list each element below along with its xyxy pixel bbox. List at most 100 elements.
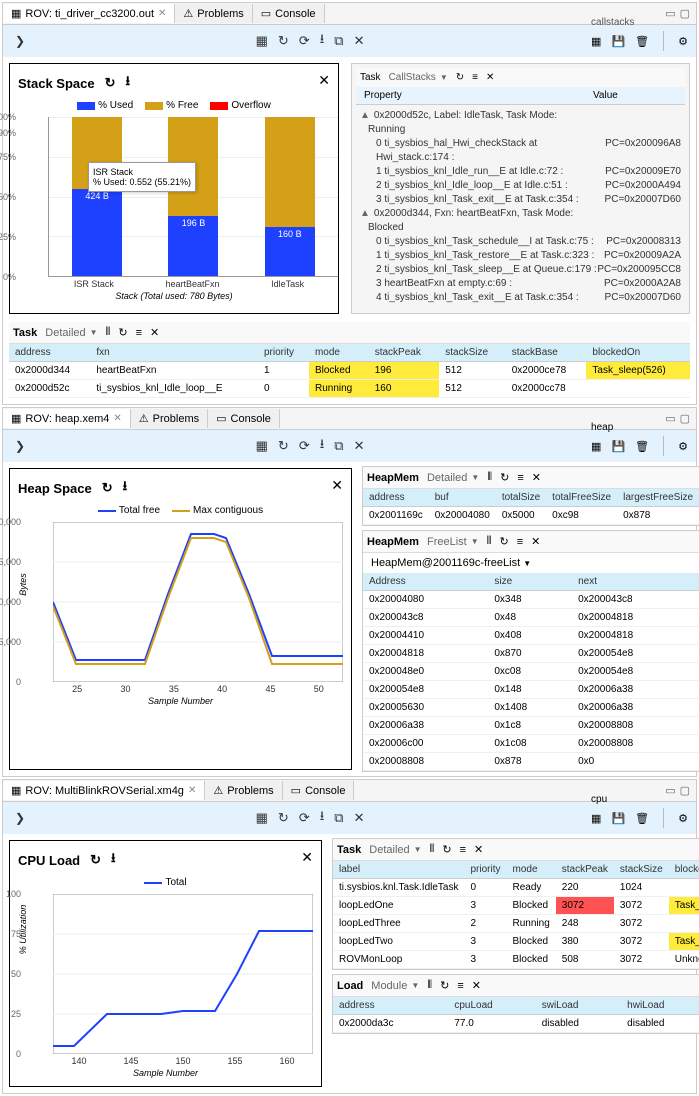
close-icon[interactable]: ✕ [301, 849, 313, 866]
table-row[interactable]: loopLedThree2Running2483072 [333, 915, 699, 933]
tab-3c[interactable]: ▭ Console [283, 781, 355, 800]
refresh-icon[interactable]: ↻ [105, 75, 116, 91]
menu-icon[interactable]: ≡ [136, 327, 142, 339]
col-header[interactable]: buf [429, 489, 496, 507]
grid-icon[interactable]: ▦ [591, 35, 601, 48]
refresh-icon[interactable]: ↻ [118, 326, 127, 339]
dropdown[interactable]: Module ▼ [371, 980, 419, 992]
download-icon[interactable]: ⭳ [111, 849, 116, 871]
refresh-icon[interactable]: ↻ [499, 535, 508, 548]
save-icon[interactable]: 💾 [611, 440, 625, 453]
sync-icon[interactable]: ⟳ [299, 438, 310, 454]
chevron-icon[interactable]: ❯ [11, 439, 29, 453]
trash-icon[interactable]: 🗑 [635, 812, 649, 825]
col-header[interactable]: stackBase [506, 344, 587, 362]
chevron-icon[interactable]: ❯ [11, 811, 29, 825]
col-header[interactable]: stackSize [614, 861, 669, 879]
col-header[interactable]: address [363, 489, 429, 507]
menu-icon[interactable]: ≡ [457, 980, 463, 992]
menu-icon[interactable]: ≡ [472, 72, 478, 83]
table-row[interactable]: 0x2000da3c77.0disableddisabled0.4% [333, 1015, 699, 1033]
close-icon[interactable]: ✕ [472, 979, 481, 992]
tree-row[interactable]: 0 ti_sysbios_knl_Task_schedule__I at Tas… [360, 235, 681, 249]
tree-row[interactable]: ▲0x2000d52c, Label: IdleTask, Task Mode: [360, 109, 681, 123]
col-header[interactable]: stackPeak [369, 344, 440, 362]
columns-icon[interactable]: ⦀ [427, 979, 432, 992]
tab-3a[interactable]: ▦ ROV: MultiBlinkROVSerial.xm4g ✕ [3, 781, 205, 800]
minimize-icon[interactable]: ▭ [665, 7, 675, 20]
close-tool-icon[interactable]: ✕ [354, 810, 365, 826]
refresh-icon[interactable]: ↻ [442, 843, 451, 856]
dashboard-icon[interactable]: ▦ [256, 33, 268, 49]
tree-row[interactable]: 3 heartBeatFxn at empty.c:69 :PC=0x2000A… [360, 277, 681, 291]
close-icon[interactable]: ✕ [318, 72, 330, 89]
bar-group[interactable]: 424 B [62, 117, 132, 276]
minimize-icon[interactable]: ▭ [665, 784, 675, 797]
dropdown[interactable]: FreeList ▼ [427, 536, 479, 548]
col-header[interactable]: stackSize [439, 344, 505, 362]
close-tool-icon[interactable]: ✕ [354, 438, 365, 454]
col-header[interactable]: stackPeak [556, 861, 614, 879]
tree-row[interactable]: 3 ti_sysbios_knl_Task_exit__E at Task.c:… [360, 193, 681, 207]
close-icon[interactable]: ✕ [474, 843, 483, 856]
tab-2a[interactable]: ▦ ROV: heap.xem4 ✕ [3, 409, 131, 428]
copy-icon[interactable]: ⧉ [334, 33, 343, 49]
col-header[interactable]: swiLoad [536, 997, 621, 1015]
dashboard-icon[interactable]: ▦ [256, 810, 268, 826]
table-row[interactable]: 0x200056300x14080x20006a38In Use [363, 699, 699, 717]
tab-3b[interactable]: ⚠ Problems [205, 781, 282, 800]
columns-icon[interactable]: ⦀ [106, 326, 111, 339]
col-header[interactable]: address [333, 997, 448, 1015]
menu-icon[interactable]: ≡ [517, 472, 523, 484]
tree-row[interactable]: 2 ti_sysbios_knl_Idle_loop__E at Idle.c:… [360, 179, 681, 193]
table-row[interactable]: 0x2000d344heartBeatFxn1Blocked1965120x20… [9, 362, 690, 380]
col-header[interactable]: totalFreeSize [546, 489, 617, 507]
save-icon[interactable]: 💾 [611, 812, 625, 825]
refresh-icon[interactable]: ↻ [500, 471, 509, 484]
tree-row[interactable]: 0 ti_sysbios_hal_Hwi_checkStack at Hwi_s… [360, 137, 681, 165]
tree-row[interactable]: Running [360, 123, 681, 137]
refresh-icon[interactable]: ↻ [278, 33, 289, 49]
col-header[interactable]: largestFreeSize [617, 489, 699, 507]
tree-row[interactable]: 1 ti_sysbios_knl_Task_restore__E at Task… [360, 249, 681, 263]
menu-icon[interactable]: ≡ [460, 844, 466, 856]
tab-1a[interactable]: ▦ ROV: ti_driver_cc3200.out ✕ [3, 4, 175, 23]
refresh-icon[interactable]: ↻ [440, 979, 449, 992]
close-icon[interactable]: ✕ [158, 8, 166, 19]
trash-icon[interactable]: 🗑 [635, 35, 649, 48]
copy-icon[interactable]: ⧉ [334, 438, 343, 454]
tree-row[interactable]: 2 ti_sysbios_knl_Task_sleep__E at Queue.… [360, 263, 681, 277]
close-tool-icon[interactable]: ✕ [354, 33, 365, 49]
bar-group[interactable]: 160 B [255, 117, 325, 276]
tree-row[interactable]: 1 ti_sysbios_knl_Idle_run__E at Idle.c:7… [360, 165, 681, 179]
tree-row[interactable]: 4 ti_sysbios_knl_Task_exit__E at Task.c:… [360, 291, 681, 305]
col-header[interactable]: fxn [90, 344, 258, 362]
col-header[interactable]: mode [309, 344, 369, 362]
download-icon[interactable]: ⭳ [123, 477, 128, 499]
col-header[interactable]: next [572, 573, 697, 591]
table-row[interactable]: 0x200040800x3480x200043c8In Use [363, 591, 699, 609]
sync-icon[interactable]: ⟳ [299, 33, 310, 49]
table-row[interactable]: loopLedOne3Blocked30723072Task_sleep(429… [333, 897, 699, 915]
refresh-icon[interactable]: ↻ [90, 852, 101, 868]
table-row[interactable]: 0x200048e00xc080x200054e8In Use [363, 663, 699, 681]
sync-icon[interactable]: ⟳ [299, 810, 310, 826]
download-icon[interactable]: ⭳ [320, 435, 325, 457]
close-icon[interactable]: ✕ [331, 477, 343, 494]
table-row[interactable]: 0x2001169c0x200040800x50000xc980x8788 [363, 507, 699, 525]
table-row[interactable]: 0x200054e80x1480x20006a38Free [363, 681, 699, 699]
close-icon[interactable]: ✕ [150, 326, 159, 339]
chevron-down-icon[interactable]: ▼ [523, 559, 531, 568]
col-header[interactable]: blockedOn [669, 861, 699, 879]
tab-2b[interactable]: ⚠ Problems [131, 409, 208, 428]
col-header[interactable]: Address [363, 573, 488, 591]
table-row[interactable]: loopLedTwo3Blocked3803072Task_sleep(494) [333, 933, 699, 951]
table-row[interactable]: 0x2000d52cti_sysbios_knl_Idle_loop__E0Ru… [9, 380, 690, 398]
col-header[interactable]: cpuLoad [448, 997, 535, 1015]
tab-1c[interactable]: ▭ Console [253, 4, 325, 23]
columns-icon[interactable]: ⦀ [487, 535, 492, 548]
dropdown[interactable]: CallStacks ▼ [389, 72, 448, 83]
col-header[interactable]: mode [507, 861, 556, 879]
columns-icon[interactable]: ⦀ [430, 843, 435, 856]
close-icon[interactable]: ✕ [531, 535, 540, 548]
